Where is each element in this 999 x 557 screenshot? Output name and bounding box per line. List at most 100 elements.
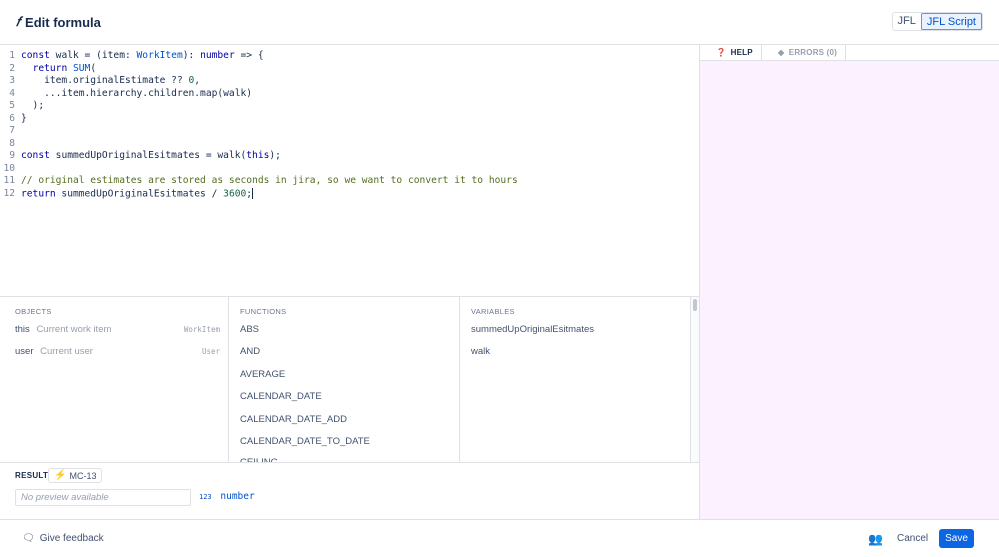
- error-diamond-icon: ◆: [778, 48, 785, 57]
- code-line[interactable]: 6}: [0, 113, 27, 126]
- line-number: 12: [3, 188, 15, 199]
- helper-scrollbar[interactable]: [690, 297, 699, 463]
- variables-column: VARIABLES summedUpOriginalEsitmates walk: [460, 297, 690, 463]
- code-line[interactable]: 5 );: [0, 100, 44, 113]
- variable-item[interactable]: summedUpOriginalEsitmates: [471, 322, 594, 338]
- give-feedback-button[interactable]: 🗨 Give feedback: [22, 533, 104, 544]
- help-panel: ❓ HELP ◆ ERRORS (0): [699, 45, 999, 519]
- line-number: 10: [3, 162, 15, 174]
- objects-column: OBJECTS this Current work item WorkItem …: [0, 297, 229, 463]
- feedback-icon: 🗨: [22, 533, 35, 544]
- variables-heading: VARIABLES: [471, 307, 515, 316]
- helper-panel: OBJECTS this Current work item WorkItem …: [0, 296, 699, 463]
- tab-help-label: HELP: [730, 48, 753, 57]
- code-token: const: [21, 150, 50, 161]
- line-number: 3: [9, 75, 15, 86]
- code-token: ):: [182, 50, 201, 61]
- function-item[interactable]: AVERAGE: [240, 367, 285, 383]
- issue-chip[interactable]: ⚡ MC-13: [48, 468, 103, 483]
- mode-toggle: JFL JFL Script: [891, 12, 983, 31]
- object-type: WorkItem: [183, 325, 220, 334]
- line-number: 2: [9, 62, 15, 74]
- variable-item[interactable]: walk: [471, 344, 490, 360]
- function-item[interactable]: CALENDAR_DATE_TO_DATE: [240, 434, 370, 450]
- code-token: 3600: [223, 188, 247, 199]
- lightning-icon: ⚡: [54, 470, 67, 481]
- line-number: 5: [9, 100, 15, 111]
- result-section: RESULT ⚡ MC-13 No preview available 123 …: [0, 462, 699, 519]
- code-line[interactable]: 3 item.originalEstimate ?? 0,: [0, 75, 200, 88]
- result-type: 123 number: [199, 491, 255, 502]
- object-desc: Current user: [40, 346, 93, 357]
- issue-key: MC-13: [69, 470, 97, 481]
- result-type-label: number: [220, 491, 255, 502]
- functions-column: FUNCTIONS ABS AND AVERAGE CALENDAR_DATE …: [229, 297, 460, 463]
- code-line[interactable]: 10: [0, 163, 21, 176]
- code-line[interactable]: 1 const walk = (item: WorkItem): number =…: [0, 50, 263, 63]
- line-number: 1: [9, 50, 15, 61]
- code-editor[interactable]: 1 const walk = (item: WorkItem): number =…: [0, 45, 699, 296]
- code-line[interactable]: 7: [0, 125, 21, 138]
- function-item[interactable]: CALENDAR_DATE: [240, 389, 322, 405]
- feedback-label: Give feedback: [39, 533, 104, 544]
- line-number: 7: [9, 125, 15, 136]
- mode-jfl-script-button[interactable]: JFL Script: [920, 13, 982, 30]
- code-token: WorkItem: [136, 50, 183, 61]
- mode-jfl-button[interactable]: JFL: [893, 13, 921, 30]
- line-number: 8: [9, 137, 15, 149]
- object-key: user: [15, 346, 34, 357]
- tab-errors[interactable]: ◆ ERRORS (0): [762, 45, 846, 61]
- scroll-thumb[interactable]: [693, 299, 697, 311]
- modal-footer: 🗨 Give feedback 👥 Cancel Save: [0, 519, 999, 557]
- code-token: item.originalEstimate ??: [21, 75, 189, 86]
- code-token: return: [21, 188, 56, 199]
- object-desc: Current work item: [36, 324, 112, 335]
- modal-header: 𝑓 Edit formula JFL JFL Script: [0, 0, 999, 45]
- formula-icon: 𝑓: [16, 14, 21, 29]
- line-number: 9: [9, 150, 15, 161]
- line-number: 4: [9, 87, 15, 99]
- function-item[interactable]: AND: [240, 344, 260, 360]
- code-token: ,: [194, 75, 201, 86]
- help-icon: ❓: [716, 48, 727, 57]
- object-item-user[interactable]: user Current user User: [15, 344, 220, 360]
- code-token: );: [269, 150, 281, 161]
- line-number: 6: [9, 112, 15, 124]
- code-token: );: [21, 100, 45, 111]
- cancel-button[interactable]: Cancel: [889, 529, 936, 548]
- result-label: RESULT: [15, 471, 49, 480]
- object-type: User: [201, 347, 220, 356]
- functions-heading: FUNCTIONS: [240, 307, 287, 316]
- objects-heading: OBJECTS: [15, 307, 52, 316]
- code-token: walk = (item:: [49, 50, 137, 61]
- code-line[interactable]: 11 // original estimates are stored as se…: [0, 175, 518, 188]
- code-token: number: [200, 50, 235, 61]
- code-line[interactable]: 4 ...item.hierarchy.children.map(walk): [0, 88, 252, 101]
- object-item-this[interactable]: this Current work item WorkItem: [15, 322, 220, 338]
- code-line[interactable]: 9 const summedUpOriginalEsitmates = walk(…: [0, 150, 281, 163]
- title-wrap: 𝑓 Edit formula: [16, 14, 101, 30]
- code-line[interactable]: 12 return summedUpOriginalEsitmates / 360…: [0, 187, 254, 201]
- code-token: }: [21, 112, 27, 124]
- users-icon[interactable]: 👥: [868, 532, 883, 546]
- code-token: const: [21, 50, 50, 61]
- code-line[interactable]: 2 return SUM(: [0, 63, 96, 76]
- line-number: 11: [3, 175, 15, 186]
- code-token: summedUpOriginalEsitmates /: [55, 188, 224, 199]
- save-button[interactable]: Save: [939, 529, 974, 548]
- code-line[interactable]: 8: [0, 138, 21, 151]
- code-token: SUM: [73, 62, 91, 74]
- preview-field: No preview available: [15, 489, 191, 506]
- tab-help[interactable]: ❓ HELP: [700, 45, 762, 61]
- page-title: Edit formula: [25, 14, 101, 30]
- code-token: this: [246, 150, 270, 161]
- code-token: // original estimates are stored as seco…: [21, 175, 518, 186]
- function-item[interactable]: CALENDAR_DATE_ADD: [240, 412, 347, 428]
- code-token: ...item.hierarchy.children.map(walk): [21, 87, 253, 99]
- tab-errors-label: ERRORS (0): [788, 48, 838, 57]
- function-item[interactable]: ABS: [240, 322, 259, 338]
- text-cursor: [252, 187, 254, 199]
- help-panel-tabs: ❓ HELP ◆ ERRORS (0): [700, 45, 999, 61]
- number-type-icon: 123: [199, 493, 212, 501]
